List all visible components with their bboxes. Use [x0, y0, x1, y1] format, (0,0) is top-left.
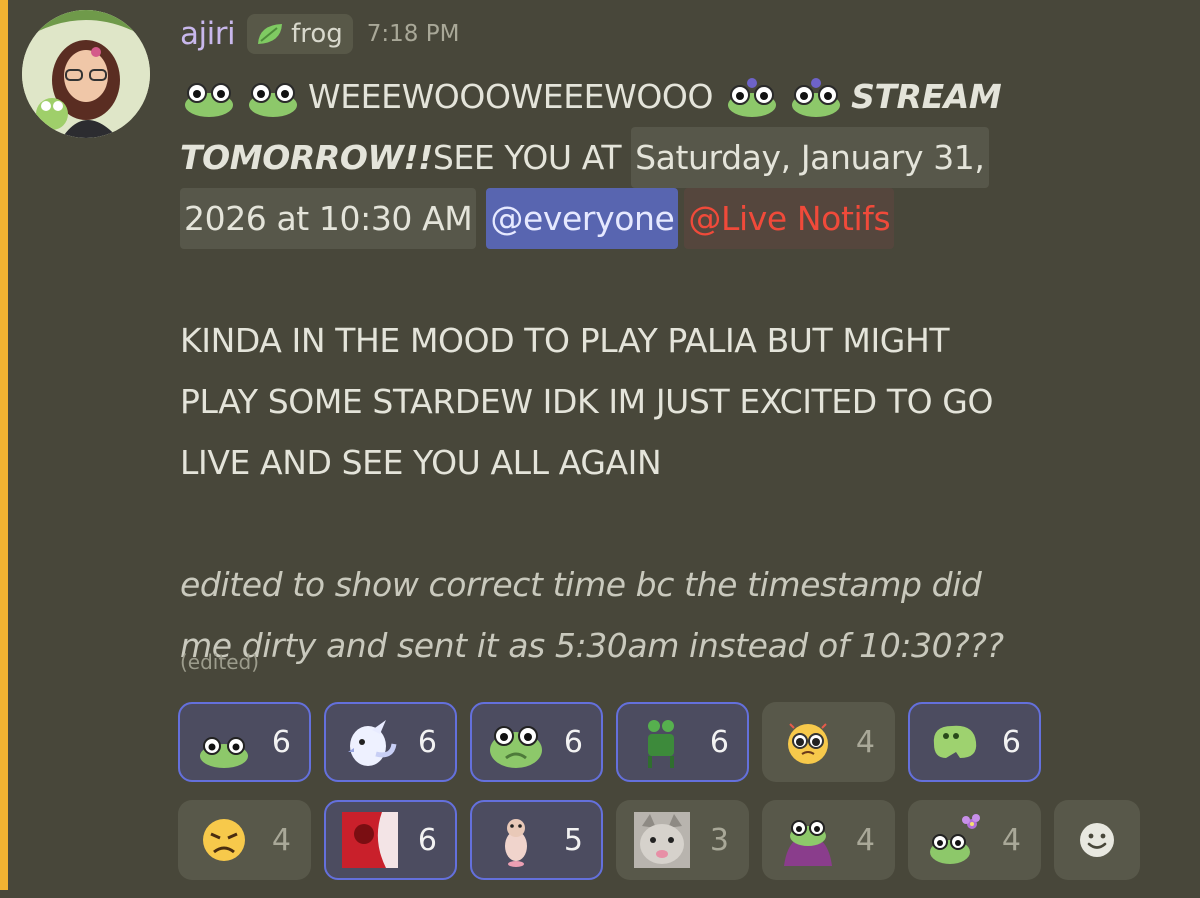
frog-crown-emoji-icon [723, 77, 781, 117]
timestamp-chip[interactable]: 2026 at 10:30 AM [180, 188, 477, 249]
edited-label: (edited) [180, 650, 260, 674]
reaction-count: 6 [417, 822, 437, 858]
reaction-frog-peek[interactable]: 6 [178, 702, 311, 782]
body-line: PLAY SOME STARDEW IDK IM JUST EXCITED TO… [180, 382, 994, 421]
cockatiel-icon [342, 714, 398, 770]
reaction-row: 6 6 6 6 4 6 [178, 702, 1178, 786]
red-photo-icon [342, 812, 398, 868]
reaction-frog-face[interactable]: 6 [470, 702, 603, 782]
frog-chair-icon [634, 714, 690, 770]
reaction-frog-chair[interactable]: 6 [616, 702, 749, 782]
reaction-green-blob[interactable]: 6 [908, 702, 1041, 782]
frog-crown-emoji-icon [787, 77, 845, 117]
reaction-count: 4 [1001, 822, 1021, 858]
reaction-red-photo[interactable]: 6 [324, 800, 457, 880]
avatar[interactable] [22, 10, 150, 138]
mention-highlight-bar [0, 0, 8, 890]
reaction-count: 4 [855, 822, 875, 858]
reaction-hamster[interactable]: 5 [470, 800, 603, 880]
reaction-count: 4 [855, 724, 875, 760]
hamster-icon [488, 812, 544, 868]
frog-flower-icon [926, 812, 982, 868]
reaction-count: 5 [563, 822, 583, 858]
mention-role[interactable]: @Live Notifs [684, 188, 895, 249]
add-reaction-button[interactable] [1054, 800, 1140, 880]
message-header: ajiri frog 7:18 PM [180, 10, 459, 58]
reaction-count: 6 [271, 724, 291, 760]
username[interactable]: ajiri [180, 16, 236, 52]
frog-emoji-icon [244, 77, 302, 117]
reaction-count: 3 [709, 822, 729, 858]
reaction-cat-face[interactable]: 3 [616, 800, 749, 880]
message-bold-text: TOMORROW!! [180, 138, 433, 177]
reaction-tired-face[interactable]: 4 [178, 800, 311, 880]
server-tag[interactable]: frog [247, 14, 353, 54]
avatar-image [22, 10, 150, 138]
reaction-frog-blanket[interactable]: 4 [762, 800, 895, 880]
timestamp[interactable]: 7:18 PM [367, 21, 460, 47]
green-blob-icon [926, 714, 982, 770]
message-line-3: 2026 at 10:30 AM @everyone @Live Notifs [180, 188, 1180, 249]
reaction-count: 6 [1001, 724, 1021, 760]
reaction-cockatiel[interactable]: 6 [324, 702, 457, 782]
body-line: LIVE AND SEE YOU ALL AGAIN [180, 443, 662, 482]
message-line-2: TOMORROW!! SEE YOU AT Saturday, January … [180, 127, 1180, 188]
leaf-icon [258, 24, 283, 44]
pleading-face-icon [780, 714, 836, 770]
reaction-count: 4 [271, 822, 291, 858]
reaction-pleading-face[interactable]: 4 [762, 702, 895, 782]
frog-blanket-icon [780, 812, 836, 868]
message-content: WEEEWOOOWEEEWOOO STREAM TOMORROW!! SEE Y… [180, 66, 1180, 676]
italic-line: me dirty and sent it as 5:30am instead o… [180, 626, 1004, 665]
timestamp-chip[interactable]: Saturday, January 31, [631, 127, 989, 188]
reaction-count: 6 [417, 724, 437, 760]
reactions-bar: 6 6 6 6 4 6 4 6 5 3 4 4 [178, 702, 1178, 898]
reaction-frog-flower[interactable]: 4 [908, 800, 1041, 880]
mention-everyone[interactable]: @everyone [486, 188, 679, 249]
server-tag-label: frog [291, 19, 343, 49]
message-bold-text: STREAM [851, 77, 1002, 116]
frog-peek-icon [196, 714, 252, 770]
italic-line: edited to show correct time bc the times… [180, 565, 982, 604]
frog-emoji-icon [180, 77, 238, 117]
body-line: KINDA IN THE MOOD TO PLAY PALIA BUT MIGH… [180, 321, 950, 360]
smiley-add-icon [1080, 823, 1114, 857]
tired-face-icon [196, 812, 252, 868]
message-text: WEEEWOOOWEEEWOOO [308, 77, 714, 116]
reaction-count: 6 [563, 724, 583, 760]
message-text: SEE YOU AT [432, 138, 622, 177]
cat-face-icon [634, 812, 690, 868]
reaction-row: 4 6 5 3 4 4 [178, 800, 1178, 884]
message-line-1: WEEEWOOOWEEEWOOO STREAM [180, 66, 1180, 127]
frog-face-icon [488, 714, 544, 770]
reaction-count: 6 [709, 724, 729, 760]
